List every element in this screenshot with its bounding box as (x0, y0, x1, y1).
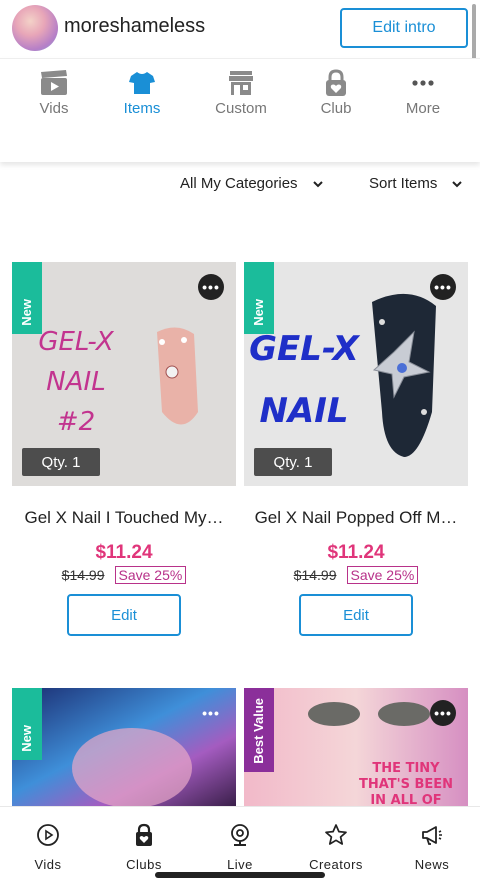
tab-label: Items (123, 100, 161, 117)
tab-custom[interactable]: Custom (193, 59, 289, 129)
ribbon-label: New (251, 299, 266, 326)
image-text: THE TINY (372, 761, 440, 776)
tab-label: Club (320, 100, 352, 117)
clapperboard-icon (41, 70, 67, 95)
original-price: $14.99 (293, 567, 337, 583)
new-ribbon: New (12, 688, 42, 760)
more-dots-icon (412, 80, 434, 86)
webcam-icon (231, 824, 249, 846)
tab-vids[interactable]: Vids (6, 59, 102, 129)
item-thumbnail[interactable]: GEL-X NAIL New ••• Qty. 1 (244, 262, 468, 486)
ribbon-label: Best Value (251, 698, 266, 764)
discount-badge: Save 25% (114, 566, 187, 584)
ribbon-label: New (19, 725, 34, 752)
item-card[interactable]: GEL-X NAIL New ••• Qty. 1 Gel X Nail Pop… (244, 262, 468, 636)
item-menu-button[interactable]: ••• (430, 274, 456, 300)
tab-label: Custom (215, 100, 267, 117)
play-circle-icon (37, 824, 59, 846)
nav-label: Vids (34, 857, 62, 872)
image-text: GEL-X (38, 327, 114, 357)
best-value-ribbon: Best Value (244, 688, 274, 772)
chevron-down-icon (312, 180, 323, 187)
tab-label: Vids (39, 100, 69, 117)
quantity-badge: Qty. 1 (22, 448, 100, 476)
item-thumbnail[interactable]: New ••• (12, 688, 236, 806)
sort-filter-label: Sort Items (369, 175, 438, 192)
home-indicator[interactable] (155, 872, 325, 878)
category-filter-label: All My Categories (180, 175, 298, 192)
item-card[interactable]: New ••• (12, 688, 236, 806)
edit-intro-button[interactable]: Edit intro (340, 8, 468, 48)
nav-label: Clubs (126, 857, 162, 872)
item-card[interactable]: THE TINY THAT'S BEEN IN ALL OF Best Valu… (244, 688, 468, 806)
nav-news[interactable]: News (384, 823, 480, 872)
category-filter[interactable]: All My Categories (180, 175, 324, 192)
chevron-down-icon (452, 180, 463, 187)
item-price: $11.24 (327, 542, 385, 563)
nav-label: Live (227, 857, 253, 872)
item-card[interactable]: GEL-X NAIL #2 New ••• Qty. 1 Gel X Nail … (12, 262, 236, 636)
tab-club[interactable]: Club (288, 59, 384, 129)
image-text: #2 (57, 407, 95, 437)
megaphone-icon (422, 826, 442, 845)
new-ribbon: New (12, 262, 42, 334)
tab-more[interactable]: More (375, 59, 471, 129)
new-ribbon: New (244, 262, 274, 334)
star-icon (325, 824, 347, 845)
nav-label: Creators (309, 857, 363, 872)
nav-label: News (414, 857, 450, 872)
image-text: NAIL (259, 391, 348, 431)
image-text: NAIL (46, 367, 105, 397)
item-title[interactable]: Gel X Nail Popped Off M… (244, 508, 468, 528)
edit-item-button[interactable]: Edit (67, 594, 181, 636)
item-menu-button[interactable]: ••• (198, 274, 224, 300)
image-text: THAT'S BEEN (359, 777, 453, 792)
tab-label: More (405, 100, 441, 117)
tshirt-icon (129, 72, 155, 94)
profile-tabs: Vids Items Custom Club More (0, 58, 480, 162)
tab-items[interactable]: Items (94, 59, 190, 129)
quantity-badge: Qty. 1 (254, 448, 332, 476)
image-text: GEL-X (249, 329, 360, 369)
nav-vids[interactable]: Vids (0, 823, 96, 872)
original-price: $14.99 (61, 567, 105, 583)
nav-clubs[interactable]: Clubs (96, 823, 192, 872)
item-price: $11.24 (95, 542, 153, 563)
item-thumbnail[interactable]: THE TINY THAT'S BEEN IN ALL OF Best Valu… (244, 688, 468, 806)
profile-header: moreshameless Edit intro (0, 0, 480, 88)
storefront-icon (229, 71, 253, 95)
item-thumbnail[interactable]: GEL-X NAIL #2 New ••• Qty. 1 (12, 262, 236, 486)
sort-filter[interactable]: Sort Items (369, 175, 463, 192)
nav-live[interactable]: Live (192, 823, 288, 872)
lock-heart-icon (136, 823, 152, 846)
username[interactable]: moreshameless (64, 15, 205, 38)
discount-badge: Save 25% (346, 566, 419, 584)
image-text: IN ALL OF (370, 793, 441, 806)
edit-item-button[interactable]: Edit (299, 594, 413, 636)
item-title[interactable]: Gel X Nail I Touched My… (12, 508, 236, 528)
nav-creators[interactable]: Creators (288, 823, 384, 872)
item-menu-button[interactable]: ••• (198, 700, 224, 726)
lock-heart-icon (326, 69, 346, 96)
ribbon-label: New (19, 299, 34, 326)
item-menu-button[interactable]: ••• (430, 700, 456, 726)
avatar[interactable] (12, 5, 58, 51)
